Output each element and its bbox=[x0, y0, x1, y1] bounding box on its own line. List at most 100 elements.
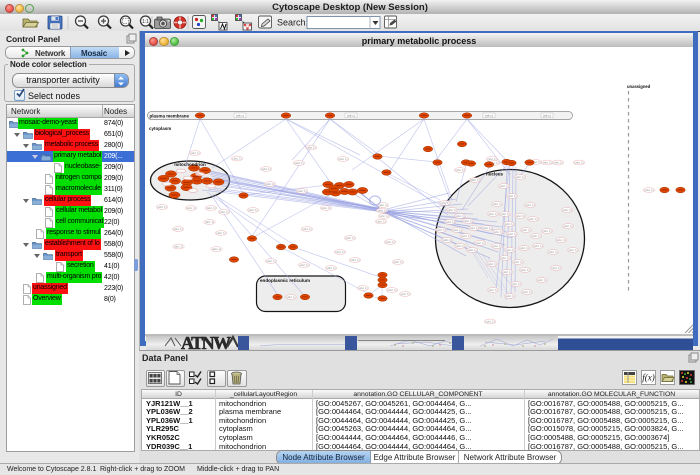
svg-text:(abc 1): (abc 1) bbox=[205, 220, 214, 224]
svg-text:endoplasmic reticulum: endoplasmic reticulum bbox=[260, 278, 310, 283]
svg-text:(abc 1): (abc 1) bbox=[511, 282, 520, 286]
svg-text:(abc 1): (abc 1) bbox=[556, 238, 565, 242]
svg-text:(abc 1): (abc 1) bbox=[482, 226, 491, 230]
svg-text:(ab c): (ab c) bbox=[543, 114, 551, 118]
svg-text:(abc 1): (abc 1) bbox=[186, 206, 195, 210]
svg-text:(abc 1): (abc 1) bbox=[488, 212, 497, 216]
svg-text:(abc 1): (abc 1) bbox=[376, 220, 385, 224]
svg-text:(abc 1): (abc 1) bbox=[568, 248, 577, 252]
svg-text:(abc 1): (abc 1) bbox=[306, 146, 315, 150]
svg-text:unassigned: unassigned bbox=[627, 84, 651, 89]
svg-text:ATNW: ATNW bbox=[181, 334, 231, 350]
svg-text:(abc 1): (abc 1) bbox=[455, 168, 464, 172]
svg-text:(ab c): (ab c) bbox=[485, 114, 493, 118]
svg-text:(abc 1): (abc 1) bbox=[461, 234, 470, 238]
svg-text:(abc 1): (abc 1) bbox=[515, 214, 524, 218]
svg-text:(abc 1): (abc 1) bbox=[212, 247, 221, 251]
svg-text:(abc 1): (abc 1) bbox=[321, 206, 330, 210]
svg-text:Search:: Search: bbox=[277, 18, 308, 28]
svg-text:(abc 1): (abc 1) bbox=[542, 229, 551, 233]
svg-text:(abc 1): (abc 1) bbox=[157, 205, 166, 209]
svg-text:(abc 1): (abc 1) bbox=[377, 209, 386, 213]
svg-text:(abc 1): (abc 1) bbox=[519, 246, 528, 250]
svg-text:f(x): f(x) bbox=[642, 373, 655, 383]
svg-text:mitochondrion: mitochondrion bbox=[174, 162, 206, 167]
svg-text:(ab c): (ab c) bbox=[347, 114, 355, 118]
svg-text:(abc 1): (abc 1) bbox=[533, 244, 542, 248]
svg-text:(abc 1): (abc 1) bbox=[335, 250, 344, 254]
svg-text:(abc 1): (abc 1) bbox=[378, 203, 387, 207]
svg-text:(abc 1): (abc 1) bbox=[475, 241, 484, 245]
svg-text:(abc 1): (abc 1) bbox=[387, 288, 396, 292]
svg-text:(abc 1): (abc 1) bbox=[216, 231, 225, 235]
svg-text:(abc 1): (abc 1) bbox=[345, 236, 354, 240]
svg-text:(abc 1): (abc 1) bbox=[525, 203, 534, 207]
svg-text:(abc 1): (abc 1) bbox=[299, 263, 308, 267]
svg-text:(abc 1): (abc 1) bbox=[326, 266, 335, 270]
svg-text:(abc 1): (abc 1) bbox=[513, 260, 522, 264]
svg-text:(abc 1): (abc 1) bbox=[393, 260, 402, 264]
svg-text:(abc 1): (abc 1) bbox=[644, 188, 653, 192]
svg-text:(abc 1): (abc 1) bbox=[515, 175, 524, 179]
svg-text:(abc 1): (abc 1) bbox=[206, 206, 215, 210]
svg-text:(abc 1): (abc 1) bbox=[551, 266, 560, 270]
svg-text:(abc 1): (abc 1) bbox=[505, 248, 514, 252]
svg-text:(abc 1): (abc 1) bbox=[350, 258, 359, 262]
svg-text:(abc 1): (abc 1) bbox=[400, 292, 409, 296]
svg-text:(abc 1): (abc 1) bbox=[173, 227, 182, 231]
svg-text:(abc 1): (abc 1) bbox=[521, 228, 530, 232]
svg-text:nucleus: nucleus bbox=[486, 172, 504, 177]
svg-text:cytoplasm: cytoplasm bbox=[149, 126, 171, 131]
svg-text:(abc 1): (abc 1) bbox=[499, 184, 508, 188]
svg-text:(abc 1): (abc 1) bbox=[442, 238, 451, 242]
svg-text:(abc 1): (abc 1) bbox=[440, 201, 449, 205]
svg-text:plasma membrane: plasma membrane bbox=[150, 114, 190, 119]
svg-text:(abc 1): (abc 1) bbox=[266, 259, 275, 263]
svg-text:(abc 1): (abc 1) bbox=[219, 210, 228, 214]
svg-text:(abc 1): (abc 1) bbox=[379, 214, 388, 218]
svg-text:(abc 1): (abc 1) bbox=[297, 189, 306, 193]
svg-text:(abc 1): (abc 1) bbox=[574, 161, 583, 165]
svg-text:1:1: 1:1 bbox=[142, 19, 149, 25]
svg-text:(abc 1): (abc 1) bbox=[452, 228, 461, 232]
svg-text:(abc 1): (abc 1) bbox=[338, 157, 347, 161]
svg-text:(abc 1): (abc 1) bbox=[553, 161, 562, 165]
svg-text:(abc 1): (abc 1) bbox=[385, 240, 394, 244]
svg-text:(abc 1): (abc 1) bbox=[455, 244, 464, 248]
svg-text:(abc 1): (abc 1) bbox=[492, 244, 501, 248]
svg-text:(abc 1): (abc 1) bbox=[190, 151, 199, 155]
svg-text:(abc 1): (abc 1) bbox=[455, 214, 464, 218]
svg-text:(abc 1): (abc 1) bbox=[528, 217, 537, 221]
svg-text:(abc 1): (abc 1) bbox=[537, 278, 546, 282]
svg-text:(abc 1): (abc 1) bbox=[358, 286, 367, 290]
svg-text:(abc 1): (abc 1) bbox=[294, 161, 303, 165]
svg-text:(abc 1): (abc 1) bbox=[504, 222, 513, 226]
svg-text:(abc 1): (abc 1) bbox=[469, 226, 478, 230]
svg-text:(abc 1): (abc 1) bbox=[485, 320, 494, 324]
svg-text:(abc 1): (abc 1) bbox=[522, 290, 531, 294]
svg-text:(abc 1): (abc 1) bbox=[502, 270, 511, 274]
svg-text:(abc 1): (abc 1) bbox=[487, 262, 496, 266]
svg-text:(abc 1): (abc 1) bbox=[531, 234, 540, 238]
svg-text:(abc 1): (abc 1) bbox=[261, 167, 270, 171]
svg-text:(abc 1): (abc 1) bbox=[174, 245, 183, 249]
svg-text:(ab c): (ab c) bbox=[236, 114, 244, 118]
svg-text:(abc 1): (abc 1) bbox=[507, 232, 516, 236]
svg-text:(abc 1): (abc 1) bbox=[232, 157, 241, 161]
svg-text:(abc 1): (abc 1) bbox=[470, 178, 479, 182]
svg-text:(abc 1): (abc 1) bbox=[520, 268, 529, 272]
svg-text:(abc 1): (abc 1) bbox=[542, 161, 551, 165]
svg-text:(abc 1): (abc 1) bbox=[562, 208, 571, 212]
svg-text:(abc 1): (abc 1) bbox=[563, 224, 572, 228]
svg-text:(abc 1): (abc 1) bbox=[507, 194, 516, 198]
svg-text:(abc 1): (abc 1) bbox=[248, 208, 257, 212]
svg-text:(abc 1): (abc 1) bbox=[505, 294, 514, 298]
svg-text:(abc 1): (abc 1) bbox=[500, 212, 509, 216]
svg-text:(abc 1): (abc 1) bbox=[445, 220, 454, 224]
svg-text:(abc 1): (abc 1) bbox=[302, 227, 311, 231]
svg-text:(abc 1): (abc 1) bbox=[286, 295, 295, 299]
svg-text:(abc 1): (abc 1) bbox=[500, 256, 509, 260]
svg-text:(abc 1): (abc 1) bbox=[548, 250, 557, 254]
svg-text:(abc 1): (abc 1) bbox=[488, 288, 497, 292]
svg-text:(abc 1): (abc 1) bbox=[447, 208, 456, 212]
